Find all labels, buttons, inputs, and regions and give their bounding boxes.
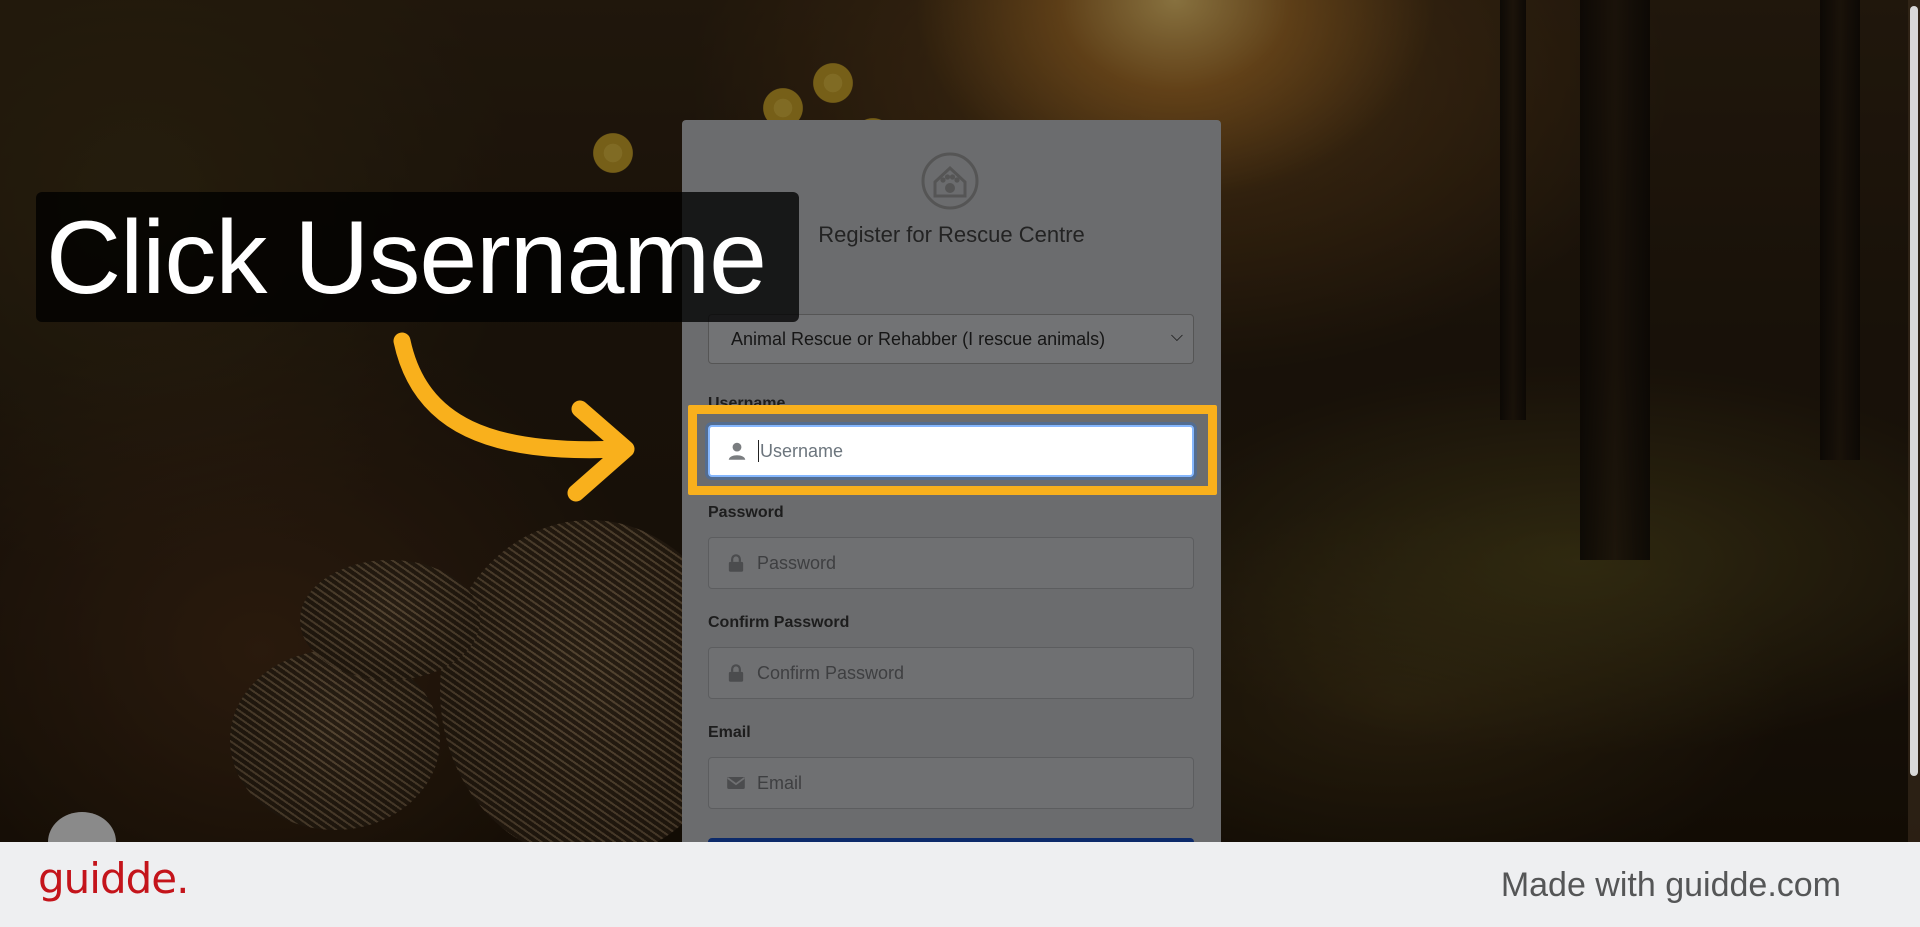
- confirm-password-input[interactable]: Confirm Password: [708, 647, 1194, 699]
- username-highlight-box: [688, 405, 1217, 495]
- scrollbar-thumb[interactable]: [1910, 6, 1918, 776]
- lock-icon: [728, 664, 744, 682]
- arrow-icon: [393, 332, 635, 502]
- role-select-value: Animal Rescue or Rehabber (I rescue anim…: [731, 328, 1106, 349]
- lock-icon: [728, 554, 744, 572]
- chevron-down-icon: ⌵: [1170, 328, 1183, 345]
- confirm-password-placeholder: Confirm Password: [757, 662, 905, 683]
- password-label: Password: [708, 504, 784, 521]
- email-input[interactable]: Email: [708, 757, 1194, 809]
- confirm-password-label: Confirm Password: [708, 614, 850, 631]
- email-placeholder: Email: [757, 772, 803, 793]
- password-input[interactable]: Password: [708, 537, 1194, 589]
- email-label: Email: [708, 724, 751, 741]
- envelope-icon: [727, 776, 745, 790]
- guidde-logo: guidde.: [38, 854, 189, 903]
- instruction-text: Click Username: [46, 200, 767, 316]
- password-placeholder: Password: [757, 552, 837, 573]
- paw-logo-icon: [921, 152, 979, 210]
- made-with-text: Made with guidde.com: [1500, 866, 1841, 904]
